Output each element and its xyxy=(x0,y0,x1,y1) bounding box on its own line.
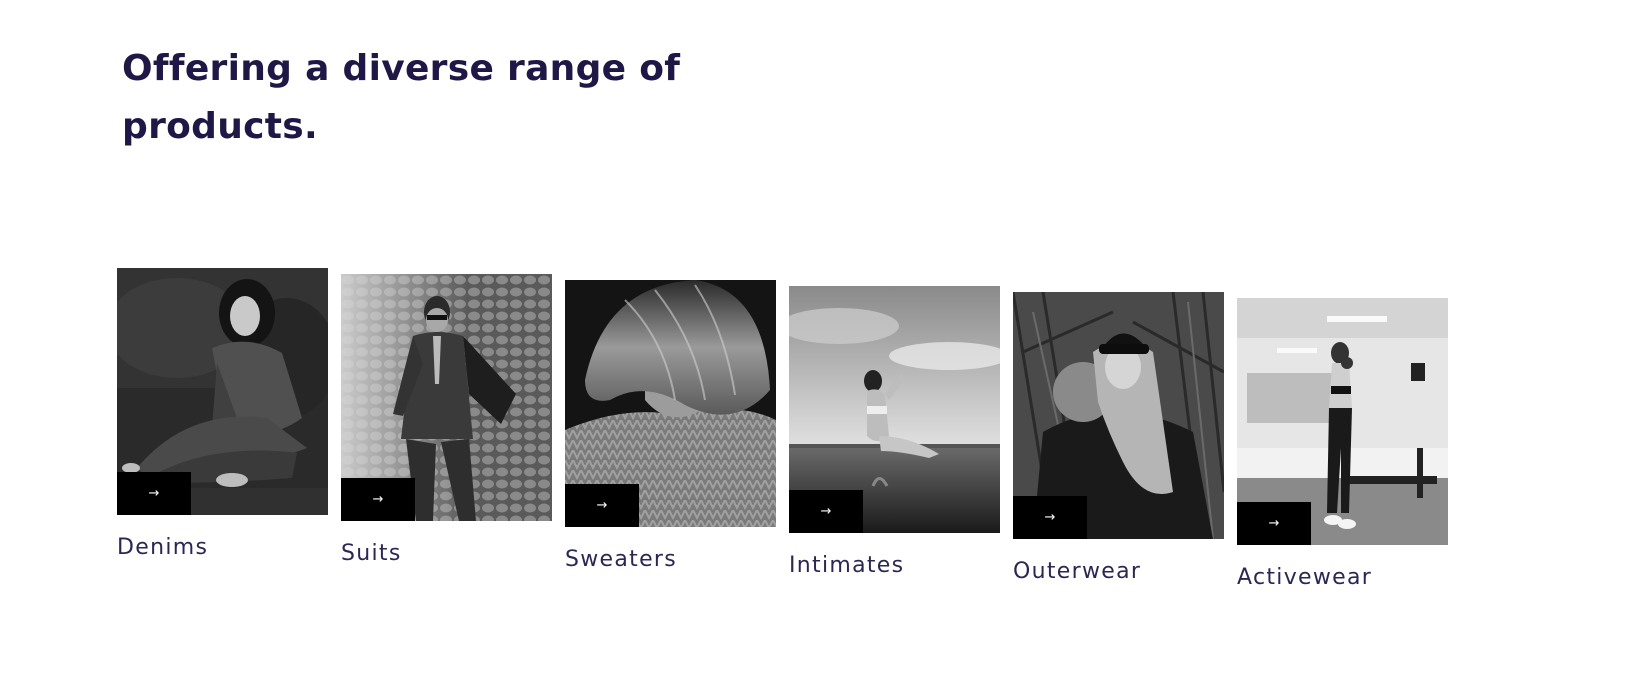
category-card-sweaters[interactable]: → Sweaters xyxy=(565,280,776,573)
knit-sweater-photo[interactable]: → xyxy=(565,280,776,527)
category-label-suits[interactable]: Suits xyxy=(341,541,552,567)
sweaters-arrow-button[interactable]: → xyxy=(565,484,639,527)
category-label-intimates[interactable]: Intimates xyxy=(789,553,1000,579)
category-card-intimates[interactable]: → Intimates xyxy=(789,286,1000,579)
woman-in-infinity-pool-photo[interactable]: → xyxy=(789,286,1000,533)
outerwear-arrow-button[interactable]: → xyxy=(1013,496,1087,539)
woman-in-gym-photo[interactable]: → xyxy=(1237,298,1448,545)
denims-arrow-button[interactable]: → xyxy=(117,472,191,515)
category-label-sweaters[interactable]: Sweaters xyxy=(565,547,776,573)
activewear-arrow-button[interactable]: → xyxy=(1237,502,1311,545)
man-in-suit-photo[interactable]: → xyxy=(341,274,552,521)
woman-in-denim-jacket-photo[interactable]: → xyxy=(117,268,328,515)
category-card-suits[interactable]: → Suits xyxy=(341,274,552,567)
category-label-activewear[interactable]: Activewear xyxy=(1237,565,1448,591)
category-label-outerwear[interactable]: Outerwear xyxy=(1013,559,1224,585)
intimates-arrow-button[interactable]: → xyxy=(789,490,863,533)
woman-in-winter-coat-photo[interactable]: → xyxy=(1013,292,1224,539)
section-heading: Offering a diverse range of products. xyxy=(122,48,681,147)
category-card-activewear[interactable]: → Activewear xyxy=(1237,298,1448,591)
category-card-outerwear[interactable]: → Outerwear xyxy=(1013,292,1224,585)
suits-arrow-button[interactable]: → xyxy=(341,478,415,521)
category-card-denims[interactable]: → Denims xyxy=(117,268,328,561)
category-label-denims[interactable]: Denims xyxy=(117,535,328,561)
